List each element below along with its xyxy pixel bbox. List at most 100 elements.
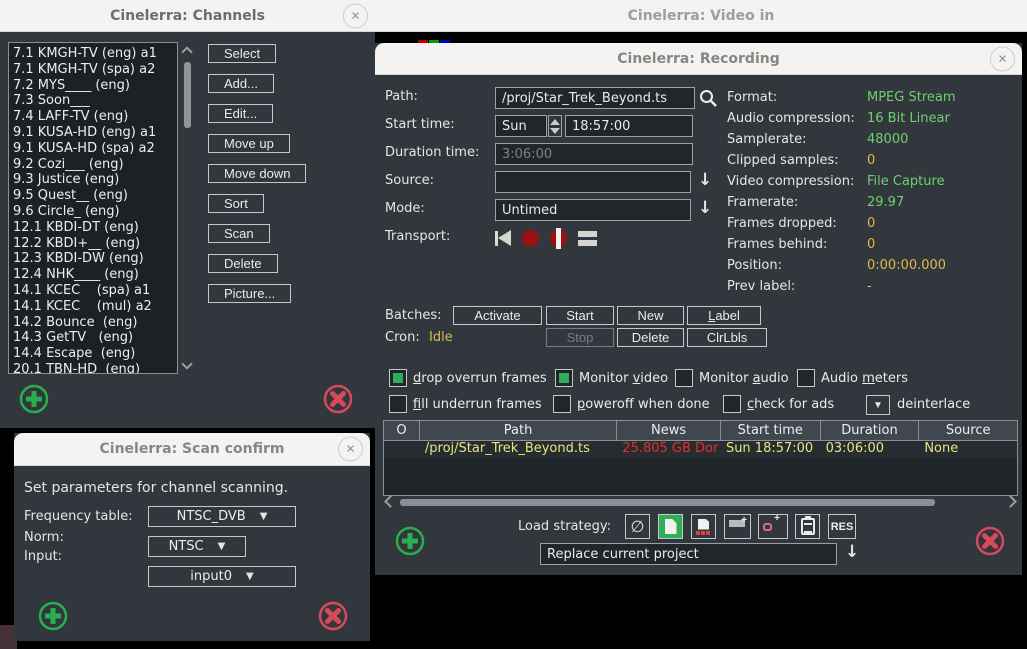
channel-action-button[interactable]: Picture... — [208, 284, 291, 303]
column-header-path[interactable]: Path — [419, 421, 616, 440]
channel-list-item[interactable]: 14.3 GetTV (eng) — [13, 330, 177, 346]
ok-button[interactable] — [17, 382, 51, 419]
channel-action-button[interactable]: Move up — [208, 134, 290, 153]
channel-list-item[interactable]: 12.3 KBDI-DW (eng) — [13, 251, 177, 267]
scroll-up-icon[interactable] — [181, 46, 192, 57]
spinner-up-icon[interactable] — [550, 119, 560, 125]
source-input[interactable] — [495, 171, 691, 193]
load-replace-project-button[interactable] — [658, 514, 683, 539]
audio-meters-checkbox[interactable] — [797, 369, 815, 387]
delete-button[interactable]: Delete — [617, 328, 684, 347]
rewind-to-start-icon[interactable] — [495, 230, 511, 246]
close-icon[interactable]: × — [990, 46, 1015, 71]
channel-list-item[interactable]: 9.3 Justice (eng) — [13, 172, 177, 188]
column-header-duration[interactable]: Duration — [820, 421, 919, 440]
duration-input[interactable]: 3:06:00 — [495, 143, 693, 165]
scroll-down-icon[interactable] — [181, 358, 192, 369]
mode-dropdown-icon[interactable]: ↓ — [698, 200, 712, 217]
channel-list-item[interactable]: 9.1 KUSA-HD (eng) a1 — [13, 125, 177, 141]
path-input[interactable]: /proj/Star_Trek_Beyond.ts — [495, 87, 695, 109]
clrlbls-button[interactable]: ClrLbls — [687, 328, 767, 347]
load-strategy-input[interactable]: Replace current project — [540, 543, 837, 565]
column-header-o[interactable]: O — [384, 421, 419, 440]
hscrollbar-thumb[interactable] — [400, 499, 935, 506]
load-concatenate-tracks-button[interactable]: + — [758, 514, 788, 539]
start-time-input[interactable]: 18:57:00 — [565, 115, 693, 137]
load-strategy-dropdown-icon[interactable]: ↓ — [845, 544, 859, 561]
scan-confirm-titlebar[interactable]: Cinelerra: Scan confirm × — [14, 433, 370, 466]
label-button[interactable]: Label — [687, 306, 761, 325]
load-nothing-button[interactable]: ∅ — [625, 514, 650, 539]
deinterlace-dropdown-button[interactable]: ▼ — [866, 395, 890, 415]
magnifier-icon[interactable] — [699, 89, 718, 112]
norm-dropdown[interactable]: NTSC ▼ — [148, 536, 246, 557]
day-spinner[interactable] — [548, 115, 562, 137]
channel-list-item[interactable]: 14.1 KCEC (mul) a2 — [13, 299, 177, 315]
start-button[interactable]: Start — [546, 306, 614, 325]
recording-titlebar[interactable]: Cinelerra: Recording × — [375, 43, 1022, 75]
load-replace-concatenate-button[interactable] — [691, 514, 716, 539]
batch-row[interactable]: /proj/Star_Trek_Beyond.ts 25.805 GB Dor … — [384, 441, 1017, 458]
column-header-source[interactable]: Source — [918, 421, 1017, 440]
channel-list-item[interactable]: 14.2 Bounce (eng) — [13, 315, 177, 331]
column-header-news[interactable]: News — [616, 421, 720, 440]
channel-list-item[interactable]: 20.1 TBN-HD (eng) — [13, 362, 177, 374]
close-icon[interactable]: × — [338, 437, 363, 462]
monitor-video-checkbox[interactable] — [555, 369, 573, 387]
input-dropdown[interactable]: input0 ▼ — [148, 566, 296, 587]
start-day-input[interactable]: Sun — [495, 115, 547, 137]
channel-action-button[interactable]: Move down — [208, 164, 306, 183]
channel-list-item[interactable]: 12.2 KBDI+__ (eng) — [13, 236, 177, 252]
channel-list-item[interactable]: 7.1 KMGH-TV (eng) a1 — [13, 46, 177, 62]
channel-list-item[interactable]: 12.1 KBDI-DT (eng) — [13, 220, 177, 236]
record-icon[interactable] — [522, 230, 539, 247]
channel-list-scrollbar[interactable] — [180, 42, 194, 374]
channel-list-item[interactable]: 7.2 MYS____ (eng) — [13, 78, 177, 94]
channel-list-item[interactable]: 7.4 LAFF-TV (eng) — [13, 109, 177, 125]
scroll-left-icon[interactable] — [384, 495, 397, 508]
batch-table-hscrollbar[interactable] — [399, 499, 1005, 507]
drop-overrun-frames-checkbox[interactable] — [389, 369, 407, 387]
channel-action-button[interactable]: Edit... — [208, 104, 273, 123]
check-for-ads-checkbox[interactable] — [723, 395, 741, 413]
channel-action-button[interactable]: Delete — [208, 254, 278, 273]
cancel-button[interactable] — [973, 524, 1007, 561]
new-button[interactable]: New — [617, 306, 684, 325]
monitor-audio-checkbox[interactable] — [675, 369, 693, 387]
column-header-start-time[interactable]: Start time — [720, 421, 820, 440]
load-resources-only-button[interactable]: RES — [828, 514, 856, 539]
load-paste-insertion-button[interactable] — [795, 514, 820, 539]
channels-titlebar[interactable]: Cinelerra: Channels × — [0, 0, 375, 32]
mode-input[interactable]: Untimed — [495, 199, 691, 221]
channel-list-item[interactable]: 9.6 Circle_ (eng) — [13, 204, 177, 220]
ok-button[interactable] — [36, 599, 70, 636]
channel-list-item[interactable]: 7.1 KMGH-TV (spa) a2 — [13, 62, 177, 78]
channel-action-button[interactable]: Select — [208, 44, 276, 63]
channel-list[interactable]: 7.1 KMGH-TV (eng) a1 7.1 KMGH-TV (spa) a… — [8, 42, 178, 374]
ok-button[interactable] — [393, 524, 427, 561]
channel-list-item[interactable]: 9.1 KUSA-HD (spa) a2 — [13, 141, 177, 157]
scroll-right-icon[interactable] — [1004, 495, 1017, 508]
channel-list-item[interactable]: 14.4 Escape (eng) — [13, 346, 177, 362]
spinner-down-icon[interactable] — [550, 128, 560, 134]
frequency-table-dropdown[interactable]: NTSC_DVB ▼ — [148, 506, 296, 527]
channel-list-item[interactable]: 14.1 KCEC (spa) a1 — [13, 283, 177, 299]
channel-action-button[interactable]: Sort — [208, 194, 264, 213]
channel-action-button[interactable]: Add... — [208, 74, 274, 93]
stop-icon[interactable] — [578, 231, 597, 246]
source-dropdown-icon[interactable]: ↓ — [698, 172, 712, 189]
activate-button[interactable]: Activate — [453, 306, 542, 325]
poweroff-when-done-checkbox[interactable] — [553, 395, 571, 413]
load-append-new-tracks-button[interactable]: + — [724, 514, 751, 539]
channel-action-button[interactable]: Scan — [208, 224, 270, 243]
channel-list-item[interactable]: 7.3 Soon___ — [13, 93, 177, 109]
record-frame-icon[interactable] — [550, 230, 567, 247]
channel-list-item[interactable]: 9.5 Quest__ (eng) — [13, 188, 177, 204]
cancel-button[interactable] — [321, 382, 355, 419]
batch-table[interactable]: O Path News Start time Duration Source /… — [383, 420, 1018, 496]
scrollbar-thumb[interactable] — [184, 62, 191, 128]
stop-button[interactable]: Stop — [546, 328, 614, 347]
close-icon[interactable]: × — [343, 3, 368, 28]
video-in-titlebar[interactable]: Cinelerra: Video in — [375, 0, 1027, 32]
cancel-button[interactable] — [316, 599, 350, 636]
